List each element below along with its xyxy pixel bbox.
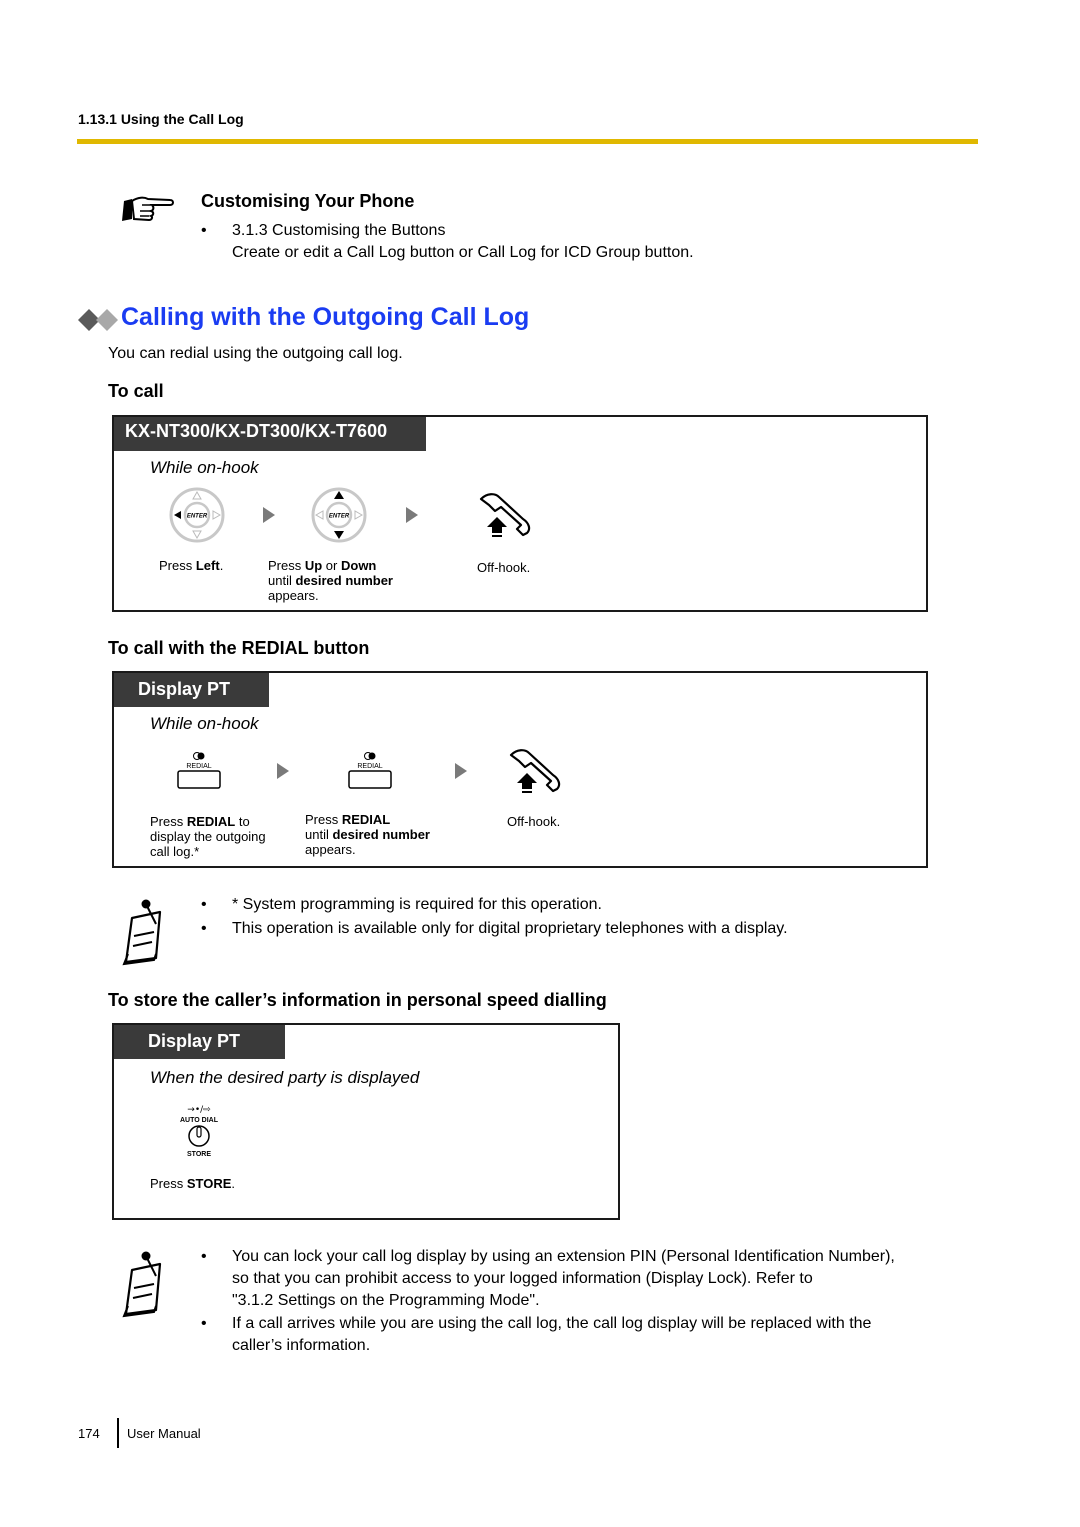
redial-heading: To call with the REDIAL button xyxy=(108,638,370,658)
redial-button-icon: REDIAL xyxy=(348,752,392,789)
footer-title: User Manual xyxy=(127,1426,201,1441)
store-procedure-box: Display PT When the desired party is dis… xyxy=(112,1023,620,1220)
step-3-text: Off-hook. xyxy=(477,560,531,575)
step-3-text: Off-hook. xyxy=(507,814,561,829)
diamonds-icon xyxy=(78,309,118,331)
customising-description: Create or edit a Call Log button or Call… xyxy=(232,244,694,261)
redial-label: REDIAL xyxy=(186,763,211,770)
model-tag: Display PT xyxy=(114,1025,285,1059)
note-item: • * System programming is required for th… xyxy=(201,896,602,913)
step-1-text: Press REDIAL to display the outgoing cal… xyxy=(150,814,266,859)
navigator-key-left-icon: ENTER xyxy=(169,487,225,543)
navigator-key-up-down-icon: ENTER xyxy=(311,487,367,543)
condition-text: While on-hook xyxy=(150,458,259,477)
enter-label: ENTER xyxy=(187,514,208,520)
step-arrow-icon xyxy=(277,763,289,779)
off-hook-icon xyxy=(509,749,561,793)
auto-dial-store-button-icon: →•/⇨ AUTO DIAL STORE xyxy=(180,1105,219,1158)
model-tag: Display PT xyxy=(114,673,269,707)
condition-text: When the desired party is displayed xyxy=(150,1068,420,1087)
note-item: • This operation is available only for di… xyxy=(201,920,788,937)
store-notes: • You can lock your call log display by … xyxy=(201,1246,981,1357)
step-2-text: Press Up or Down until desired number ap… xyxy=(268,558,393,603)
redial-notes: • * System programming is required for th… xyxy=(201,894,921,940)
customising-buttons-link[interactable]: 3.1.3 Customising the Buttons xyxy=(232,222,445,240)
note-icon xyxy=(122,899,162,966)
page-title: Calling with the Outgoing Call Log xyxy=(121,303,530,331)
header-rule xyxy=(77,139,978,144)
enter-label: ENTER xyxy=(329,514,350,520)
redial-label: REDIAL xyxy=(357,763,382,770)
store-step-text: Press STORE. xyxy=(150,1176,236,1191)
to-call-procedure-box: KX-NT300/KX-DT300/KX-T7600 While on-hook… xyxy=(112,415,928,612)
note-icon xyxy=(122,1251,162,1318)
off-hook-icon xyxy=(479,493,531,537)
step-2-text: Press REDIAL until desired number appear… xyxy=(305,812,430,857)
footer-divider xyxy=(117,1418,119,1448)
model-tag: KX-NT300/KX-DT300/KX-T7600 xyxy=(114,417,426,451)
page-number: 174 xyxy=(78,1426,100,1441)
step-arrow-icon xyxy=(263,507,275,523)
step-arrow-icon xyxy=(406,507,418,523)
customising-title: Customising Your Phone xyxy=(201,191,415,211)
redial-button-icon: REDIAL xyxy=(177,752,221,789)
auto-dial-label: AUTO DIAL xyxy=(180,1117,219,1124)
note-item: • You can lock your call log display by … xyxy=(201,1248,895,1309)
redial-procedure-box: Display PT While on-hook REDIAL REDIAL P… xyxy=(112,671,928,868)
store-heading: To store the caller’s information in per… xyxy=(108,990,607,1010)
section-header: 1.13.1 Using the Call Log xyxy=(78,111,244,127)
pointing-hand-icon xyxy=(122,196,174,222)
intro-text: You can redial using the outgoing call l… xyxy=(108,345,403,362)
note-item: • If a call arrives while you are using … xyxy=(201,1315,872,1354)
bullet: • xyxy=(201,222,207,239)
step-arrow-icon xyxy=(455,763,467,779)
auto-dial-symbol: →•/⇨ xyxy=(187,1105,211,1115)
to-call-heading: To call xyxy=(108,381,164,401)
condition-text: While on-hook xyxy=(150,714,259,733)
step-1-text: Press Left. xyxy=(159,558,224,573)
store-label: STORE xyxy=(187,1151,211,1158)
settings-programming-mode-link[interactable]: "3.1.2 Settings on the Programming Mode"… xyxy=(232,1292,540,1309)
